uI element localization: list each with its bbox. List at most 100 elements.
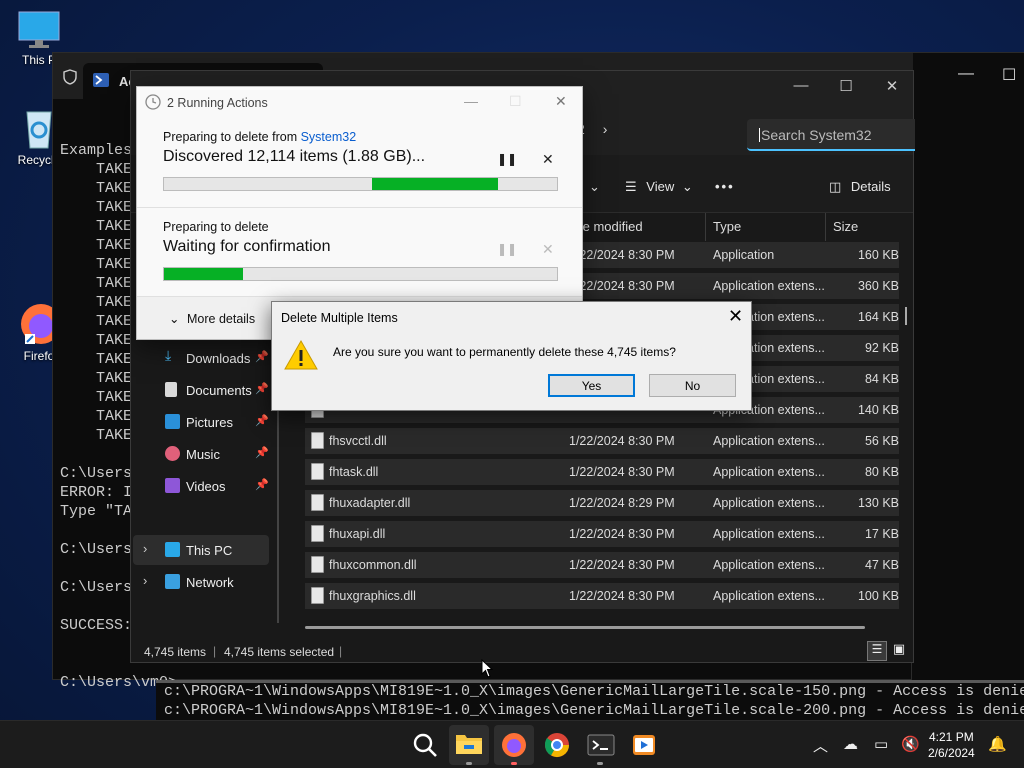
view-button[interactable]: ☰ View ⌄ <box>625 179 693 195</box>
maximize-icon: ☐ <box>509 93 522 109</box>
details-view-icon[interactable]: ☰ <box>867 641 887 661</box>
operation-2: Preparing to delete Waiting for confirma… <box>163 220 558 281</box>
file-row[interactable]: fhuxapi.dll 1/22/2024 8:30 PM Application … <box>305 521 899 547</box>
file-type: Application <box>713 248 775 262</box>
more-options-icon[interactable]: ••• <box>715 179 735 194</box>
close-icon[interactable]: ✕ <box>869 77 915 95</box>
file-name: fhsvcctl.dll <box>329 434 387 448</box>
show-hidden-icons-chevron-icon[interactable]: ︿ <box>813 735 828 756</box>
nav-item-documents[interactable]: Documents 📌 <box>131 375 271 405</box>
music-icon <box>165 446 180 461</box>
file-name: fhuxgraphics.dll <box>329 589 416 603</box>
pin-icon: 📌 <box>255 447 269 459</box>
nav-item-videos[interactable]: Videos 📌 <box>131 471 271 501</box>
file-date-modified: 1/22/2024 8:30 PM <box>569 589 675 603</box>
file-row[interactable]: fhsvcctl.dll 1/22/2024 8:30 PM Application… <box>305 428 899 454</box>
nav-item-music[interactable]: Music 📌 <box>131 439 271 469</box>
media-player-icon[interactable] <box>630 731 658 759</box>
nav-item-this-pc[interactable]: › This PC <box>133 535 269 565</box>
system-clock[interactable]: 4:21 PM 2/6/2024 <box>928 729 975 761</box>
terminal-icon[interactable] <box>587 731 615 759</box>
running-indicator <box>597 762 603 765</box>
pause-icon[interactable]: ❚❚ <box>497 152 517 166</box>
file-name: fhuxadapter.dll <box>329 496 411 510</box>
nav-item-label: Documents <box>186 383 252 398</box>
column-divider[interactable] <box>825 213 826 241</box>
cancel-icon[interactable]: ✕ <box>542 151 554 168</box>
file-size: 80 KB <box>864 465 899 479</box>
file-icon <box>311 587 324 604</box>
progress-window-title: 2 Running Actions <box>167 96 268 110</box>
folder-link[interactable]: System32 <box>301 130 357 144</box>
file-type: Application extens... <box>713 527 825 541</box>
running-indicator <box>511 762 517 765</box>
text-cursor <box>759 128 760 142</box>
minimize-icon[interactable]: — <box>778 77 824 94</box>
taskbar-item-firefox[interactable] <box>494 725 534 765</box>
view-list-icon: ☰ <box>625 179 637 194</box>
pin-icon: 📌 <box>255 383 269 395</box>
close-icon[interactable]: ✕ <box>728 306 743 327</box>
nav-item-label: Downloads <box>186 351 251 366</box>
close-icon[interactable]: ✕ <box>555 93 567 110</box>
file-row[interactable]: fhtask.dll 1/22/2024 8:30 PM Application e… <box>305 459 899 485</box>
chevron-right-icon: › <box>602 121 608 137</box>
file-size: 17 KB <box>864 527 899 541</box>
search-input[interactable]: Search System32 <box>747 119 915 151</box>
status-selected-count: 4,745 items selected <box>224 645 335 659</box>
nav-item-label: Videos <box>186 479 226 494</box>
file-row[interactable]: fhuxadapter.dll 1/22/2024 8:29 PM Applicat… <box>305 490 899 516</box>
maximize-icon[interactable]: ☐ <box>1002 65 1016 85</box>
maximize-icon[interactable]: ☐ <box>823 77 869 95</box>
minimize-icon[interactable]: — <box>464 93 478 109</box>
volume-muted-icon[interactable]: 🔇 <box>901 735 920 753</box>
chevron-right-icon[interactable]: › <box>143 541 147 556</box>
nav-item-network[interactable]: › Network <box>131 567 271 597</box>
notification-bell-icon[interactable]: 🔔 <box>988 735 1007 753</box>
chevron-down-icon[interactable]: ⌄ <box>589 179 600 195</box>
cloud-offline-icon[interactable]: ☁ <box>843 735 858 753</box>
file-row[interactable]: fhuxcommon.dll 1/22/2024 8:30 PM Applicati… <box>305 552 899 578</box>
no-button[interactable]: No <box>649 374 736 397</box>
download-icon: ⤓ <box>165 347 172 363</box>
minimize-icon[interactable]: — <box>958 65 974 83</box>
status-divider: | <box>213 644 217 658</box>
file-row[interactable]: fhuxgraphics.dll 1/22/2024 8:30 PM Applica… <box>305 583 899 609</box>
search-icon[interactable] <box>411 731 439 759</box>
operation-2-progress-bar <box>163 267 558 281</box>
file-size: 360 KB <box>857 279 899 293</box>
column-divider[interactable] <box>705 213 706 241</box>
nav-item-label: This PC <box>186 543 233 558</box>
operation-label: Preparing to delete from <box>163 130 301 144</box>
file-name: fhtask.dll <box>329 465 379 479</box>
file-size: 84 KB <box>864 372 899 386</box>
file-date-modified: 1/22/2024 8:30 PM <box>569 434 675 448</box>
chevron-right-icon[interactable]: › <box>143 573 147 588</box>
videos-icon <box>165 478 180 493</box>
file-type: Application extens... <box>713 279 825 293</box>
dialog-message: Are you sure you want to permanently del… <box>333 345 676 359</box>
file-date-modified: 1/22/2024 8:30 PM <box>569 248 675 262</box>
delete-confirmation-dialog[interactable]: Delete Multiple Items ✕ Are you sure you… <box>271 301 752 411</box>
pin-icon: 📌 <box>255 415 269 427</box>
horizontal-scrollbar[interactable] <box>305 626 865 629</box>
pin-icon: 📌 <box>255 351 269 363</box>
clock-icon <box>145 94 161 110</box>
network-status-icon[interactable]: ▭ <box>874 735 888 753</box>
divider <box>137 207 582 208</box>
vertical-scrollbar[interactable] <box>905 307 907 325</box>
more-details-label: More details <box>187 312 256 326</box>
details-pane-button[interactable]: ◫ Details <box>829 179 891 195</box>
nav-item-pictures[interactable]: Pictures 📌 <box>131 407 271 437</box>
search-placeholder: Search System32 <box>761 127 872 143</box>
chrome-icon[interactable] <box>543 731 571 759</box>
monitor-icon <box>165 542 180 557</box>
nav-item-downloads[interactable]: ⤓ Downloads 📌 <box>131 343 271 373</box>
yes-button[interactable]: Yes <box>548 374 635 397</box>
file-size: 160 KB <box>857 248 899 262</box>
file-size: 92 KB <box>864 341 899 355</box>
mouse-pointer-icon <box>481 659 494 678</box>
taskbar-item-file-explorer[interactable] <box>449 725 489 765</box>
status-item-count: 4,745 items <box>144 645 207 659</box>
tiles-view-icon[interactable]: ▣ <box>890 641 908 661</box>
